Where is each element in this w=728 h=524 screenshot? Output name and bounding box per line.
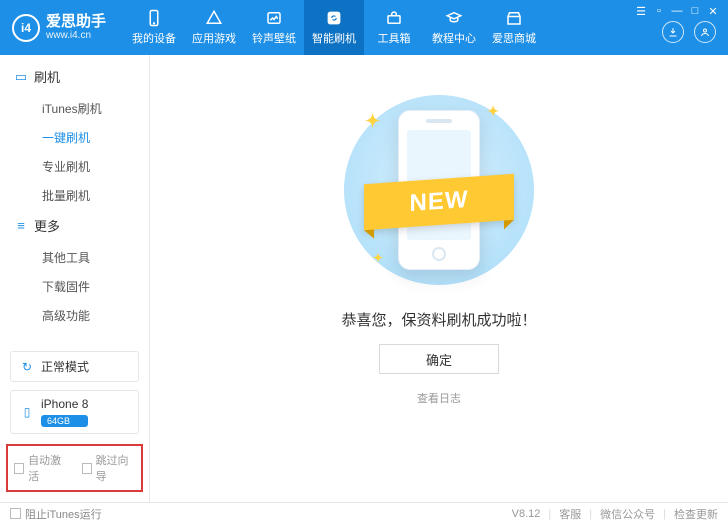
nav-store[interactable]: 爱思商城 bbox=[484, 0, 544, 55]
nav-tutorials[interactable]: 教程中心 bbox=[424, 0, 484, 55]
sidebar-head-flash[interactable]: ▭ 刷机 bbox=[14, 67, 135, 86]
maximize-icon[interactable]: □ bbox=[688, 4, 702, 18]
nav-label: 应用游戏 bbox=[192, 30, 236, 46]
nav-label: 工具箱 bbox=[378, 30, 411, 46]
sidebar-item-other-tools[interactable]: 其他工具 bbox=[42, 243, 135, 272]
view-log-link[interactable]: 查看日志 bbox=[417, 390, 461, 406]
nav-toolbox[interactable]: 工具箱 bbox=[364, 0, 424, 55]
list-icon: ≡ bbox=[14, 219, 28, 233]
main-content: ✦ ✦ ✦ NEW 恭喜您，保资料刷机成功啦！ 确定 查看日志 bbox=[150, 55, 728, 502]
success-illustration: ✦ ✦ ✦ NEW bbox=[329, 85, 549, 295]
sidebar-item-oneclick-flash[interactable]: 一键刷机 bbox=[42, 123, 135, 152]
check-skip-guide[interactable]: 跳过向导 bbox=[82, 452, 136, 484]
sidebar: ▭ 刷机 iTunes刷机 一键刷机 专业刷机 批量刷机 ≡ 更多 其他工具 下… bbox=[0, 55, 150, 502]
sidebar-item-advanced[interactable]: 高级功能 bbox=[42, 301, 135, 330]
device-card[interactable]: ▯ iPhone 8 64GB bbox=[10, 390, 139, 434]
sidebar-head-label: 刷机 bbox=[34, 67, 60, 86]
version-label: V8.12 bbox=[512, 508, 541, 520]
mode-card[interactable]: ↻ 正常模式 bbox=[10, 351, 139, 382]
sidebar-head-more[interactable]: ≡ 更多 bbox=[14, 216, 135, 235]
success-message: 恭喜您，保资料刷机成功啦！ bbox=[341, 309, 536, 330]
nav-ringtones-wallpapers[interactable]: 铃声壁纸 bbox=[244, 0, 304, 55]
sidebar-head-label: 更多 bbox=[34, 216, 60, 235]
nav-my-devices[interactable]: 我的设备 bbox=[124, 0, 184, 55]
checkbox-icon bbox=[10, 508, 21, 519]
menu-icon[interactable]: ☰ bbox=[634, 4, 648, 18]
store-icon bbox=[505, 9, 523, 27]
nav-label: 爱思商城 bbox=[492, 30, 536, 46]
phone-small-icon: ▭ bbox=[14, 70, 28, 84]
device-capacity-badge: 64GB bbox=[41, 415, 88, 427]
user-icon[interactable] bbox=[694, 21, 716, 43]
highlight-options: 自动激活 跳过向导 bbox=[6, 444, 143, 492]
confirm-button[interactable]: 确定 bbox=[379, 344, 499, 374]
minimize-icon[interactable]: — bbox=[670, 4, 684, 18]
brand-block: i4 爱思助手 www.i4.cn bbox=[12, 0, 124, 55]
graduation-icon bbox=[445, 9, 463, 27]
music-image-icon bbox=[265, 9, 283, 27]
apps-icon bbox=[205, 9, 223, 27]
checkbox-icon bbox=[82, 463, 92, 474]
sparkle-icon: ✦ bbox=[373, 251, 383, 265]
checkbox-icon bbox=[14, 463, 24, 474]
top-nav: 我的设备 应用游戏 铃声壁纸 智能刷机 工具箱 教程中心 爱思商城 bbox=[124, 0, 544, 55]
refresh-icon bbox=[325, 9, 343, 27]
wechat-link[interactable]: 微信公众号 bbox=[600, 506, 655, 522]
nav-label: 智能刷机 bbox=[312, 30, 356, 46]
device-model: iPhone 8 bbox=[41, 397, 88, 411]
check-label: 跳过向导 bbox=[96, 452, 135, 484]
toolbox-icon bbox=[385, 9, 403, 27]
nav-smart-flash[interactable]: 智能刷机 bbox=[304, 0, 364, 55]
device-phone-icon: ▯ bbox=[19, 405, 35, 419]
check-label: 自动激活 bbox=[28, 452, 67, 484]
app-header: i4 爱思助手 www.i4.cn 我的设备 应用游戏 铃声壁纸 智能刷机 工具… bbox=[0, 0, 728, 55]
sparkle-icon: ✦ bbox=[365, 111, 380, 132]
brand-title: 爱思助手 bbox=[46, 14, 106, 31]
support-link[interactable]: 客服 bbox=[559, 506, 581, 522]
check-auto-activate[interactable]: 自动激活 bbox=[14, 452, 68, 484]
sidebar-item-batch-flash[interactable]: 批量刷机 bbox=[42, 181, 135, 210]
brand-logo-icon: i4 bbox=[12, 14, 40, 42]
nav-label: 铃声壁纸 bbox=[252, 30, 296, 46]
sidebar-item-pro-flash[interactable]: 专业刷机 bbox=[42, 152, 135, 181]
check-label: 阻止iTunes运行 bbox=[25, 506, 102, 522]
sidebar-item-download-firmware[interactable]: 下载固件 bbox=[42, 272, 135, 301]
brand-url: www.i4.cn bbox=[46, 30, 106, 41]
layout-icon[interactable]: ▫ bbox=[652, 4, 666, 18]
mode-label: 正常模式 bbox=[41, 358, 89, 375]
phone-icon bbox=[145, 9, 163, 27]
sync-icon: ↻ bbox=[19, 360, 35, 374]
sidebar-item-itunes-flash[interactable]: iTunes刷机 bbox=[42, 94, 135, 123]
close-icon[interactable]: ✕ bbox=[706, 4, 720, 18]
nav-label: 我的设备 bbox=[132, 30, 176, 46]
sparkle-icon: ✦ bbox=[487, 103, 499, 120]
check-update-link[interactable]: 检查更新 bbox=[674, 506, 718, 522]
download-icon[interactable] bbox=[662, 21, 684, 43]
check-block-itunes[interactable]: 阻止iTunes运行 bbox=[10, 506, 102, 522]
nav-apps-games[interactable]: 应用游戏 bbox=[184, 0, 244, 55]
status-bar: 阻止iTunes运行 V8.12 | 客服 | 微信公众号 | 检查更新 bbox=[0, 502, 728, 524]
nav-label: 教程中心 bbox=[432, 30, 476, 46]
window-controls: ☰ ▫ — □ ✕ bbox=[634, 4, 720, 18]
